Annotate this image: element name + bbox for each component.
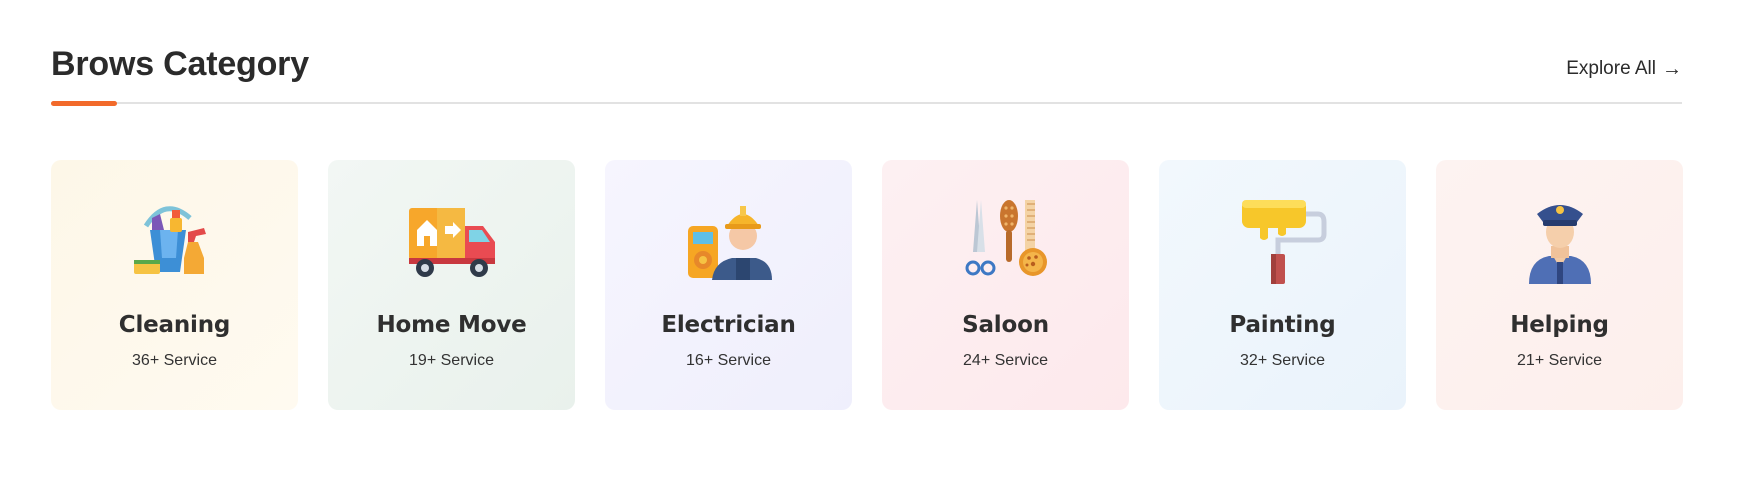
electrician-icon (687, 206, 772, 280)
category-card-saloon[interactable]: Saloon 24+ Service (882, 160, 1129, 410)
explore-all-label: Explore All (1566, 58, 1656, 79)
category-card-helping[interactable]: Helping 21+ Service (1436, 160, 1683, 410)
explore-all-link[interactable]: Explore All → (1566, 58, 1682, 80)
category-card-painting[interactable]: Painting 32+ Service (1159, 160, 1406, 410)
category-name: Painting (1229, 312, 1336, 338)
category-card-home-move[interactable]: Home Move 19+ Service (328, 160, 575, 410)
category-name: Cleaning (118, 312, 231, 338)
section-title: Brows Category (51, 45, 309, 83)
category-service-count: 19+ Service (409, 352, 494, 369)
category-section: Brows Category Explore All → Cleaning 36… (0, 0, 1752, 495)
category-service-count: 21+ Service (1517, 352, 1602, 369)
moving-truck-icon (408, 208, 495, 277)
category-card-electrician[interactable]: Electrician 16+ Service (605, 160, 852, 410)
arrow-right-icon: → (1662, 58, 1682, 80)
helper-icon (1528, 205, 1591, 284)
section-header: Brows Category Explore All → (51, 40, 1682, 106)
salon-tools-icon (965, 200, 1047, 276)
category-grid: Cleaning 36+ Service Home Move 19+ Servi… (51, 160, 1683, 410)
title-accent-bar (51, 101, 117, 106)
category-service-count: 36+ Service (132, 352, 217, 369)
cleaning-bucket-icon (133, 206, 206, 274)
category-service-count: 32+ Service (1240, 352, 1325, 369)
category-name: Helping (1510, 312, 1609, 338)
paint-roller-icon (1241, 200, 1326, 284)
category-card-cleaning[interactable]: Cleaning 36+ Service (51, 160, 298, 410)
category-service-count: 24+ Service (963, 352, 1048, 369)
category-name: Home Move (376, 312, 527, 338)
category-name: Saloon (962, 312, 1049, 338)
category-service-count: 16+ Service (686, 352, 771, 369)
category-name: Electrician (661, 312, 796, 338)
